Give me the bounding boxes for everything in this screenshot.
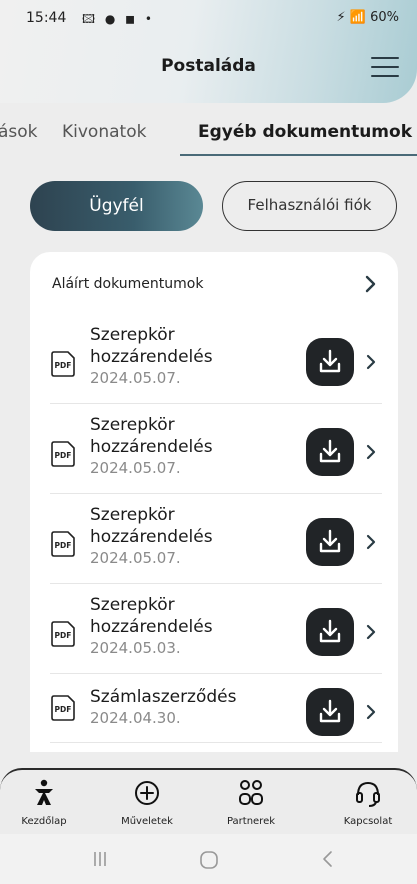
nav-partnerek[interactable]: Partnerek (201, 778, 301, 827)
recent-apps-icon[interactable] (90, 849, 110, 869)
download-icon (319, 619, 341, 643)
document-row[interactable]: PDF Szerepkör hozzárendelés 2024.05.07. (50, 504, 382, 582)
document-name: Szerepkör (90, 325, 175, 345)
hamburger-menu-icon[interactable] (371, 56, 399, 78)
document-text: Szerepkör hozzárendelés 2024.05.07. (90, 504, 213, 568)
document-name-line2: hozzárendelés (90, 437, 213, 457)
tab-egyeb-dokumentumok[interactable]: Egyéb dokumentumok (198, 122, 412, 142)
divider (50, 673, 382, 674)
download-icon (319, 349, 341, 373)
nav-label: Műveletek (121, 816, 173, 827)
download-icon (319, 699, 341, 723)
chevron-right-icon[interactable] (364, 530, 380, 554)
document-date: 2024.05.07. (90, 549, 181, 567)
headset-icon (356, 781, 380, 807)
divider (50, 583, 382, 584)
nav-kezdolap[interactable]: Kezdőlap (0, 778, 94, 827)
document-date: 2024.05.07. (90, 369, 181, 387)
segment-felhasznaloi-fiok-button[interactable]: Felhasználói fiók (222, 181, 397, 231)
document-name: Szerepkör (90, 415, 175, 435)
download-button[interactable] (306, 608, 354, 656)
document-row[interactable]: PDF Számlaszerződés 2024.04.30. (50, 684, 382, 740)
document-date: 2024.04.30. (90, 709, 181, 727)
download-icon (319, 439, 341, 463)
chevron-right-icon[interactable] (364, 350, 380, 374)
document-name-line2: hozzárendelés (90, 347, 213, 367)
divider (50, 742, 382, 743)
segment-ugyfel-button[interactable]: Ügyfél (30, 181, 203, 231)
nav-label: Partnerek (226, 816, 276, 827)
document-name: Szerepkör (90, 505, 175, 525)
tab-kivonatok[interactable]: Kivonatok (62, 122, 146, 142)
page-title: Postaláda (161, 56, 256, 76)
nav-muveletek[interactable]: Műveletek (97, 778, 197, 827)
document-name-line2: hozzárendelés (90, 527, 213, 547)
nav-label: Kapcsolat (343, 816, 393, 827)
pdf-file-icon: PDF (51, 351, 75, 377)
card-title: Aláírt dokumentumok (52, 276, 204, 292)
document-name: Szerepkör (90, 595, 175, 615)
divider (50, 403, 382, 404)
nav-kapcsolat[interactable]: Kapcsolat (318, 778, 417, 827)
document-text: Szerepkör hozzárendelés 2024.05.03. (90, 594, 213, 658)
pdf-file-icon: PDF (51, 621, 75, 647)
plus-circle-icon (135, 781, 159, 805)
home-person-icon (35, 779, 53, 805)
active-tab-indicator (180, 154, 417, 156)
notification-icons: 🖾 ● ◼ • (82, 12, 156, 26)
tab-partial[interactable]: ások (0, 122, 38, 142)
app-header: 15:44 🖾 ● ◼ • ⚡ 📶 60% Postaláda (0, 0, 417, 103)
document-row[interactable]: PDF Szerepkör hozzárendelés 2024.05.03. (50, 594, 382, 672)
card-header[interactable]: Aláírt dokumentumok (52, 272, 382, 298)
svg-text:PDF: PDF (55, 631, 72, 640)
system-navigation-bar (0, 834, 417, 884)
partners-icon (239, 780, 263, 805)
status-bar: 15:44 🖾 ● ◼ • ⚡ 📶 60% (0, 0, 417, 36)
pdf-file-icon: PDF (51, 531, 75, 557)
chevron-right-icon[interactable] (364, 620, 380, 644)
document-text: Szerepkör hozzárendelés 2024.05.07. (90, 324, 213, 388)
download-button[interactable] (306, 428, 354, 476)
download-icon (319, 529, 341, 553)
system-status-icons: ⚡ 📶 60% (336, 10, 399, 25)
svg-text:PDF: PDF (55, 541, 72, 550)
signed-documents-card: Aláírt dokumentumok PDF Szerepkör hozzár… (30, 252, 398, 752)
download-button[interactable] (306, 688, 354, 736)
download-button[interactable] (306, 338, 354, 386)
document-row[interactable]: PDF Szerepkör hozzárendelés 2024.05.07. (50, 324, 382, 402)
svg-text:PDF: PDF (55, 705, 72, 714)
status-time: 15:44 (26, 10, 67, 26)
back-button-icon[interactable] (318, 849, 338, 869)
chevron-right-icon[interactable] (358, 272, 382, 296)
chevron-right-icon[interactable] (364, 440, 380, 464)
bottom-navigation: Kezdőlap Műveletek Partnerek Kapcsolat (0, 768, 417, 834)
document-date: 2024.05.03. (90, 639, 181, 657)
home-button-icon[interactable] (198, 849, 220, 871)
svg-text:PDF: PDF (55, 361, 72, 370)
svg-text:PDF: PDF (55, 451, 72, 460)
document-text: Szerepkör hozzárendelés 2024.05.07. (90, 414, 213, 478)
chevron-right-icon[interactable] (364, 700, 380, 724)
document-date: 2024.05.07. (90, 459, 181, 477)
document-row[interactable]: PDF Szerepkör hozzárendelés 2024.05.07. (50, 414, 382, 492)
download-button[interactable] (306, 518, 354, 566)
document-tabs: ások Kivonatok Egyéb dokumentumok (0, 112, 417, 160)
divider (50, 493, 382, 494)
nav-label: Kezdőlap (21, 816, 67, 827)
document-name-line2: hozzárendelés (90, 617, 213, 637)
pdf-file-icon: PDF (51, 441, 75, 467)
pdf-file-icon: PDF (51, 695, 75, 721)
document-name: Számlaszerződés (90, 687, 237, 707)
document-text: Számlaszerződés 2024.04.30. (90, 686, 237, 728)
